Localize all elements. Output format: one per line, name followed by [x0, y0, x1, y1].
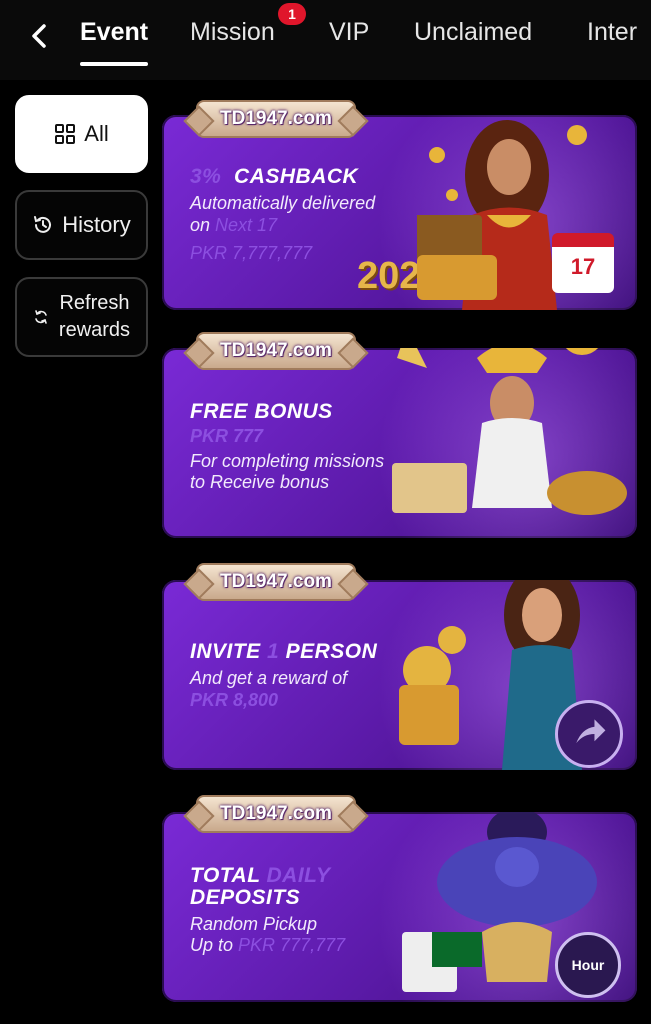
- card-line1: Random Pickup: [190, 914, 318, 934]
- card-line1: Automatically delivered: [190, 193, 376, 213]
- cashback-title: CASHBACK: [234, 165, 359, 188]
- event-card-cashback[interactable]: 3% CASHBACK Automatically delivered on N…: [162, 115, 637, 310]
- sidebar-item-history[interactable]: History: [15, 190, 148, 260]
- brand-text: TD1947.com: [220, 340, 332, 361]
- back-icon[interactable]: [24, 18, 56, 54]
- refresh-icon: [33, 309, 49, 325]
- brand-banner: TD1947.com: [196, 795, 356, 833]
- card-title: 3% CASHBACK: [190, 165, 358, 189]
- brand-text: TD1947.com: [220, 571, 332, 592]
- card-title-line1: TOTAL DAILY: [190, 864, 330, 888]
- brand-banner: TD1947.com: [196, 100, 356, 138]
- tab-unclaimed[interactable]: Unclaimed: [414, 18, 532, 47]
- card-line1: For completing missions: [190, 451, 385, 471]
- cashback-percent: 3%: [190, 165, 222, 188]
- bonus-amount: PKR 777: [190, 426, 264, 446]
- cashback-amount: PKR 7,777,777: [190, 243, 313, 263]
- sidebar-item-label: All: [84, 121, 109, 146]
- brand-banner: TD1947.com: [196, 563, 356, 601]
- event-card-invite[interactable]: INVITE 1 PERSON And get a reward of PKR …: [162, 580, 637, 770]
- line-prefix: on: [190, 215, 211, 235]
- invite-count: 1: [267, 640, 280, 663]
- sidebar-item-label: Refresh rewards: [59, 290, 130, 344]
- calendar-day: 17: [570, 254, 596, 279]
- sidebar-item-refresh-rewards[interactable]: Refresh rewards: [15, 277, 148, 357]
- tab-inter[interactable]: Inter: [587, 18, 637, 47]
- line-ghost: PKR 777,777: [238, 935, 346, 955]
- card-line1: And get a reward of: [190, 668, 348, 688]
- calendar-icon: 17: [552, 233, 614, 293]
- invite-title-b: PERSON: [285, 640, 378, 663]
- card-line2: Up to PKR 777,777: [190, 935, 345, 956]
- grid-icon: [54, 123, 76, 145]
- refresh-label-line1: Refresh: [59, 292, 130, 314]
- line-ghost: Next 17: [215, 215, 278, 235]
- brand-text: TD1947.com: [220, 803, 332, 824]
- card-title-line2: DEPOSITS: [190, 886, 301, 909]
- mission-count-badge: 1: [278, 3, 306, 25]
- card-line2: to Receive bonus: [190, 472, 330, 492]
- event-card-total-deposits[interactable]: TOTAL DAILY DEPOSITS Random Pickup Up to…: [162, 812, 637, 1002]
- invite-title-a: INVITE: [190, 640, 261, 663]
- refresh-label-line2: rewards: [58, 319, 131, 341]
- card-line2: on Next 17: [190, 215, 277, 236]
- event-card-free-bonus[interactable]: FREE BONUS PKR 777 For completing missio…: [162, 348, 637, 538]
- sidebar-item-all[interactable]: All: [15, 95, 148, 173]
- goddess-illustration: [392, 348, 627, 515]
- active-tab-indicator: [80, 62, 148, 66]
- share-icon[interactable]: [555, 700, 623, 768]
- card-title: INVITE 1 PERSON: [190, 640, 377, 664]
- brand-text: TD1947.com: [220, 108, 332, 129]
- tab-vip[interactable]: VIP: [329, 18, 369, 47]
- card-title: FREE BONUS: [190, 400, 333, 423]
- brand-banner: TD1947.com: [196, 332, 356, 370]
- timer-icon: Hour: [555, 932, 621, 998]
- deposit-title-a: TOTAL: [190, 864, 261, 887]
- timer-label: Hour: [571, 957, 605, 973]
- line-prefix: Up to: [190, 935, 234, 955]
- reward-amount: PKR 8,800: [190, 690, 279, 710]
- tab-mission[interactable]: Mission: [190, 18, 275, 47]
- tab-event[interactable]: Event: [80, 18, 148, 47]
- history-icon: [32, 214, 54, 236]
- sidebar-item-label: History: [62, 212, 131, 237]
- deposit-title-ghost: DAILY: [266, 864, 331, 887]
- top-tab-bar: Event Mission 1 VIP Unclaimed Inter: [0, 0, 651, 80]
